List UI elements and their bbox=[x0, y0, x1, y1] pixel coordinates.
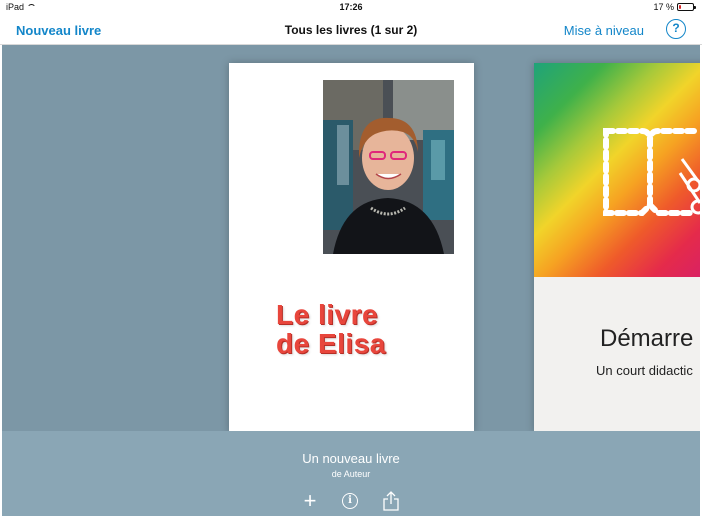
add-icon[interactable]: + bbox=[300, 490, 320, 512]
status-time: 17:26 bbox=[339, 2, 363, 12]
book-cover-tutorial[interactable]: Démarre Un court didactic bbox=[534, 63, 700, 431]
selected-book-title: Un nouveau livre bbox=[302, 451, 400, 466]
book-title-line-1: Le livre bbox=[276, 299, 379, 330]
book-info-bar: Un nouveau livre de Auteur + i bbox=[2, 431, 700, 516]
upgrade-button[interactable]: Mise à niveau bbox=[564, 23, 644, 38]
cover-photo bbox=[323, 80, 454, 254]
navigation-bar: Nouveau livre Tous les livres (1 sur 2) … bbox=[0, 14, 702, 45]
book-title-line-2: de Elisa bbox=[276, 328, 386, 359]
status-bar: iPad 17:26 17 % bbox=[0, 0, 702, 14]
book-title: Le livre de Elisa bbox=[276, 300, 466, 358]
share-icon[interactable] bbox=[381, 491, 401, 511]
battery-icon bbox=[677, 3, 696, 11]
info-icon: i bbox=[342, 493, 358, 509]
status-right: 17 % bbox=[653, 2, 696, 12]
battery-percent: 17 % bbox=[653, 2, 674, 12]
tutorial-title: Démarre bbox=[600, 325, 694, 352]
tutorial-subtitle: Un court didactic bbox=[596, 363, 693, 378]
portrait-image bbox=[323, 80, 454, 254]
book-logo-icon bbox=[598, 119, 700, 223]
book-shelf[interactable]: Le livre de Elisa Démarre Un court didac… bbox=[2, 45, 700, 431]
help-icon[interactable]: ? bbox=[666, 19, 686, 39]
info-button[interactable]: i bbox=[340, 491, 360, 511]
selected-book-author: de Auteur bbox=[331, 469, 371, 479]
new-book-button[interactable]: Nouveau livre bbox=[16, 23, 101, 38]
battery-level bbox=[679, 5, 681, 9]
book-cover-elisa[interactable]: Le livre de Elisa bbox=[229, 63, 474, 431]
